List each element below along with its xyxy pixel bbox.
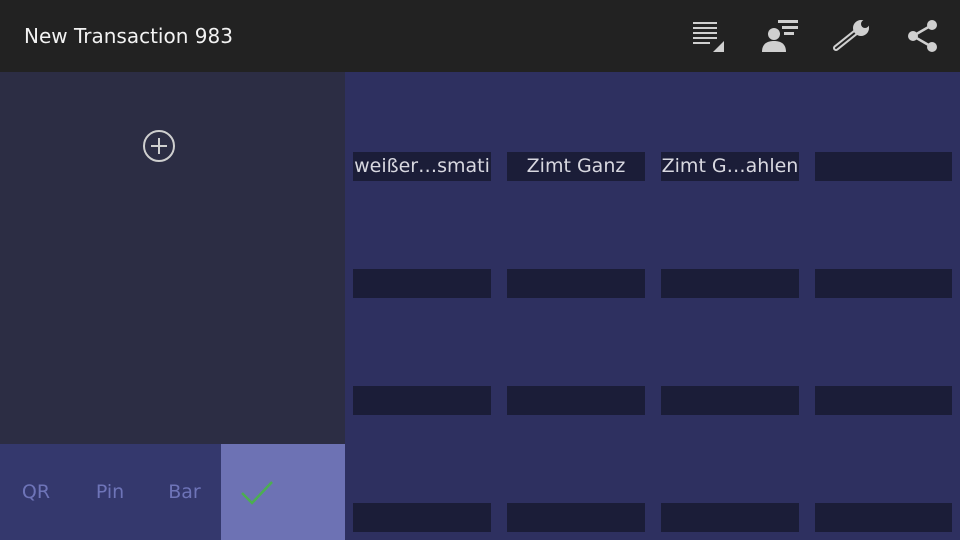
add-circle-icon — [143, 130, 175, 162]
product-grid: weißer…smati Zimt Ganz Zimt G…ahlen — [345, 72, 960, 540]
list-details-button[interactable] — [684, 12, 732, 60]
contact-list-button[interactable] — [756, 12, 804, 60]
confirm-button[interactable] — [221, 444, 345, 540]
contact-list-icon — [762, 20, 798, 52]
action-bar: New Transaction 983 — [0, 0, 960, 72]
product-tile[interactable] — [815, 152, 952, 181]
product-tile[interactable]: Zimt Ganz — [507, 152, 645, 181]
product-tile[interactable] — [507, 269, 645, 298]
checkmark-icon — [241, 481, 273, 505]
share-button[interactable] — [898, 12, 946, 60]
product-tile[interactable] — [507, 386, 645, 415]
add-item-button[interactable] — [142, 129, 176, 163]
product-tile[interactable] — [815, 386, 952, 415]
tab-pin[interactable]: Pin — [72, 444, 148, 540]
product-tile[interactable] — [661, 269, 799, 298]
product-tile[interactable]: Zimt G…ahlen — [661, 152, 799, 181]
share-icon — [908, 20, 937, 52]
input-mode-bar: QR Pin Bar — [0, 444, 345, 540]
product-tile[interactable] — [815, 269, 952, 298]
transaction-items-panel — [0, 72, 345, 444]
tab-bar[interactable]: Bar — [148, 444, 221, 540]
product-tile[interactable] — [661, 503, 799, 532]
settings-button[interactable] — [828, 12, 876, 60]
product-tile[interactable] — [661, 386, 799, 415]
wrench-icon — [833, 20, 869, 51]
page-title: New Transaction 983 — [24, 24, 233, 48]
product-tile[interactable] — [507, 503, 645, 532]
product-tile[interactable] — [353, 386, 491, 415]
product-tile[interactable] — [353, 503, 491, 532]
tab-qr[interactable]: QR — [0, 444, 72, 540]
product-tile[interactable] — [353, 269, 491, 298]
product-tile[interactable] — [815, 503, 952, 532]
list-details-icon — [693, 22, 724, 52]
product-tile[interactable]: weißer…smati — [353, 152, 491, 181]
